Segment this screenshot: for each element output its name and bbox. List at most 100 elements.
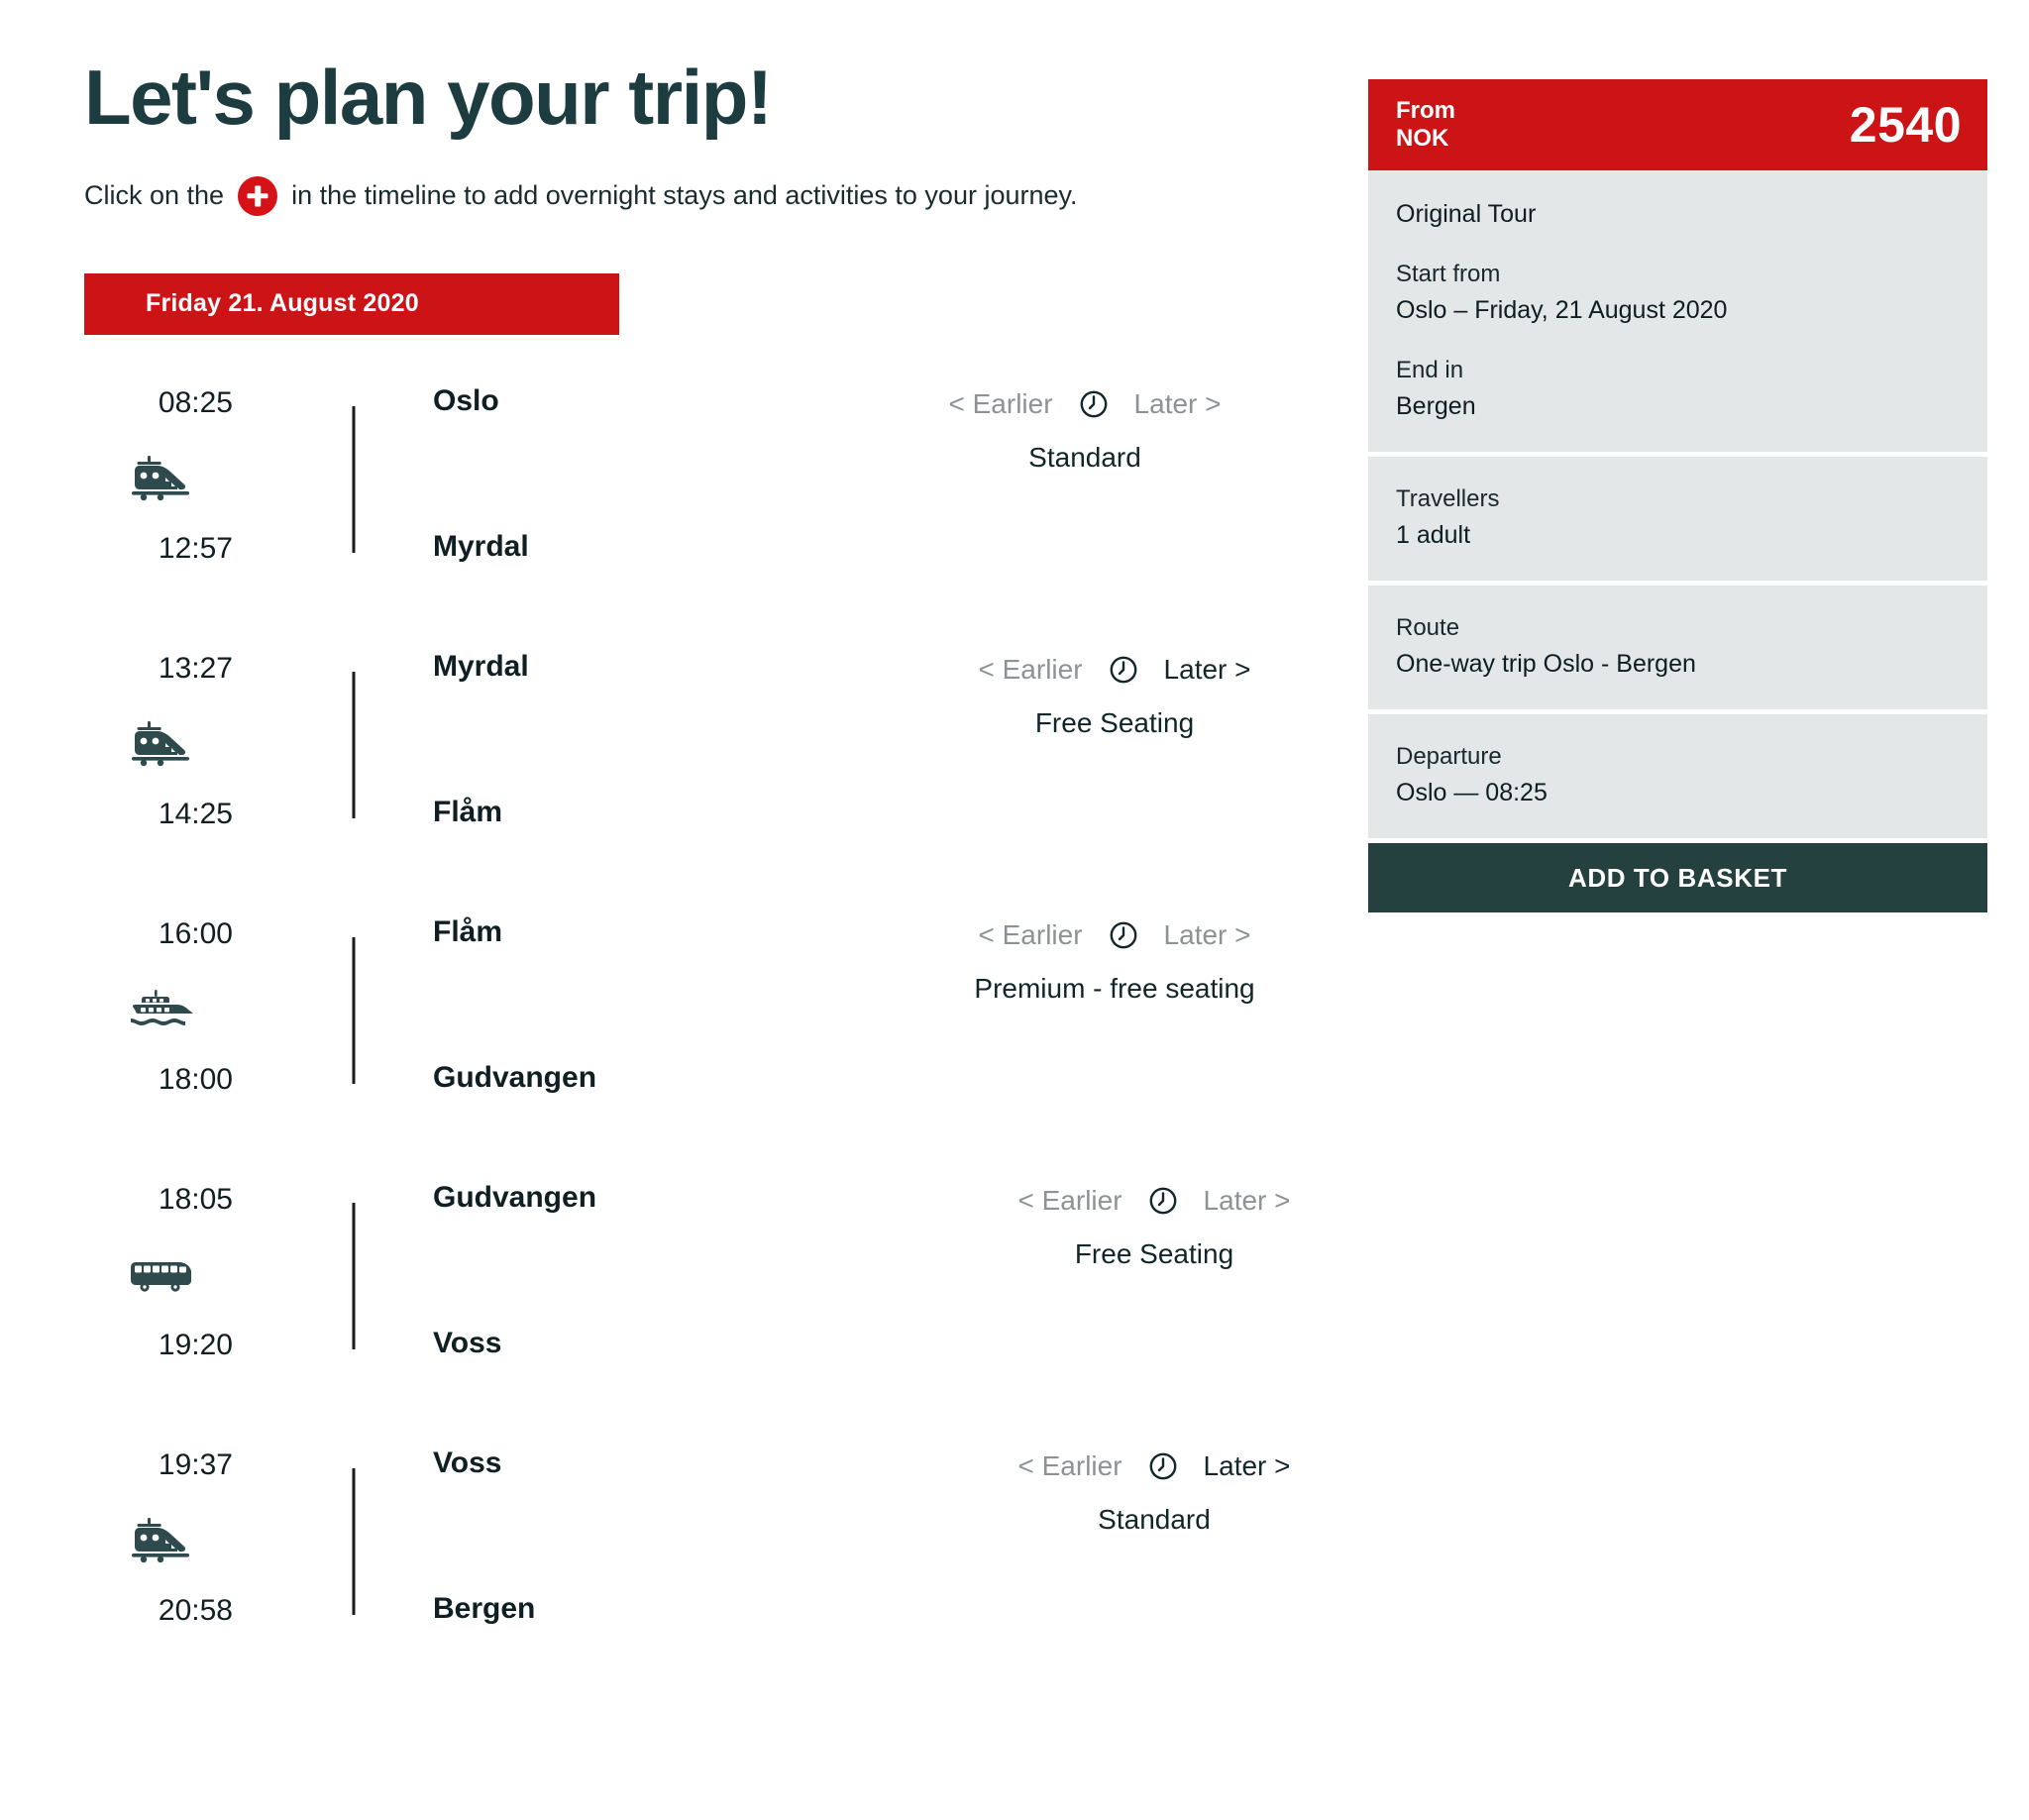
segment-departure-station: Oslo bbox=[433, 383, 499, 417]
segment-arrival-time: 14:25 bbox=[158, 797, 233, 830]
subtitle: Click on the in the timeline to add over… bbox=[84, 175, 1342, 216]
clock-icon[interactable] bbox=[1109, 655, 1138, 685]
segment-class-label: Standard bbox=[1028, 441, 1141, 473]
add-stop-node-arrival[interactable] bbox=[332, 530, 375, 574]
bus-icon bbox=[122, 1246, 201, 1302]
earlier-button[interactable]: < Earlier bbox=[979, 654, 1083, 686]
subtitle-text-before: Click on the bbox=[84, 180, 225, 211]
price-from-label: From NOK bbox=[1396, 97, 1455, 154]
trip-planner-page: Let's plan your trip! Click on the in th… bbox=[0, 0, 2029, 1820]
segment-arrival-time: 20:58 bbox=[158, 1593, 233, 1627]
add-stop-node-departure[interactable] bbox=[332, 915, 375, 959]
segment-time-controls: < Earlier Later > Free Seating bbox=[897, 1185, 1412, 1270]
add-to-basket-button[interactable]: ADD TO BASKET bbox=[1368, 843, 1987, 913]
clock-icon[interactable] bbox=[1148, 1186, 1178, 1216]
add-stop-node-departure[interactable] bbox=[332, 1181, 375, 1225]
price-amount: 2540 bbox=[1849, 97, 1962, 153]
later-button[interactable]: Later > bbox=[1204, 1185, 1291, 1217]
subtitle-text-after: in the timeline to add overnight stays a… bbox=[291, 180, 1078, 211]
clock-icon[interactable] bbox=[1148, 1451, 1178, 1481]
train-icon bbox=[122, 1512, 201, 1567]
segment-arrival-time: 18:00 bbox=[158, 1062, 233, 1096]
departure-label: Departure bbox=[1396, 743, 1502, 771]
departure-value: Oslo — 08:25 bbox=[1396, 779, 1548, 807]
earlier-button[interactable]: < Earlier bbox=[1018, 1185, 1122, 1217]
segment-time-controls: < Earlier Later > Standard bbox=[827, 388, 1342, 474]
left-column: Let's plan your trip! Click on the in th… bbox=[84, 0, 1342, 1734]
segment-departure-time: 16:00 bbox=[158, 916, 233, 950]
journey-timeline: 08:25 12:57 Oslo Myrdal < Earlier Later > Stan… bbox=[84, 384, 1342, 1734]
clock-icon[interactable] bbox=[1109, 920, 1138, 950]
route-value: One-way trip Oslo - Bergen bbox=[1396, 650, 1696, 679]
segment-arrival-station: Myrdal bbox=[433, 529, 529, 563]
earlier-button[interactable]: < Earlier bbox=[949, 388, 1053, 420]
segment-departure-station: Gudvangen bbox=[433, 1180, 597, 1214]
segment-class-label: Free Seating bbox=[1034, 706, 1195, 738]
segment-rail bbox=[332, 650, 375, 838]
timeline-segment: 13:27 14:25 Myrdal Flåm < Earlier Later > Free… bbox=[84, 650, 1342, 937]
end-in-value: Bergen bbox=[1396, 392, 1476, 421]
time-shift-row: < Earlier Later > bbox=[857, 919, 1372, 951]
timeline-segment: 08:25 12:57 Oslo Myrdal < Earlier Later > Stan… bbox=[84, 384, 1342, 672]
segment-class-label: Standard bbox=[1098, 1503, 1211, 1535]
segment-rail bbox=[332, 1181, 375, 1369]
segment-departure-time: 18:05 bbox=[158, 1182, 233, 1216]
add-stop-node-arrival[interactable] bbox=[332, 1327, 375, 1370]
segment-time-controls: < Earlier Later > Standard bbox=[897, 1450, 1412, 1536]
segment-arrival-time: 12:57 bbox=[158, 531, 233, 565]
segment-departure-station: Flåm bbox=[433, 914, 503, 948]
segment-departure-time: 08:25 bbox=[158, 385, 233, 419]
segment-arrival-station: Voss bbox=[433, 1326, 502, 1359]
add-stop-node-arrival[interactable] bbox=[332, 1592, 375, 1636]
price-header: From NOK 2540 bbox=[1368, 79, 1987, 170]
segment-arrival-station: Bergen bbox=[433, 1591, 536, 1625]
add-stop-node-departure[interactable] bbox=[332, 650, 375, 694]
date-banner: Friday 21. August 2020 bbox=[84, 272, 619, 335]
departure-block: Departure Oslo — 08:25 bbox=[1368, 714, 1987, 839]
end-in-label: End in bbox=[1396, 357, 1464, 384]
segment-departure-time: 19:37 bbox=[158, 1447, 233, 1481]
route-block: Route One-way trip Oslo - Bergen bbox=[1368, 586, 1987, 710]
tour-info-block: Original Tour Start from Oslo – Friday, … bbox=[1368, 170, 1987, 453]
route-label: Route bbox=[1396, 614, 1460, 642]
price-from-line1: From bbox=[1396, 96, 1455, 124]
segment-class-label: Free Seating bbox=[1074, 1237, 1234, 1269]
timeline-segment: 18:05 19:20 Gudvangen Voss < Earlier Later > F… bbox=[84, 1181, 1342, 1468]
time-shift-row: < Earlier Later > bbox=[897, 1450, 1412, 1482]
add-stop-node-departure[interactable] bbox=[332, 1446, 375, 1490]
segment-rail bbox=[332, 384, 375, 573]
timeline-segment: 16:00 18:00 Flåm Gudvangen < Earlier Later > P… bbox=[84, 915, 1342, 1203]
timeline-segment: 19:37 20:58 Voss Bergen < Earlier Later > Stan… bbox=[84, 1446, 1342, 1734]
travellers-value: 1 adult bbox=[1396, 521, 1471, 550]
add-stop-node-arrival[interactable] bbox=[332, 796, 375, 839]
train-icon bbox=[122, 715, 201, 771]
time-shift-row: < Earlier Later > bbox=[827, 388, 1342, 420]
train-icon bbox=[122, 450, 201, 505]
segment-rail bbox=[332, 1446, 375, 1635]
later-button[interactable]: Later > bbox=[1164, 654, 1251, 686]
earlier-button[interactable]: < Earlier bbox=[1018, 1450, 1122, 1482]
subtitle-plus-wrapper bbox=[238, 175, 278, 216]
add-to-basket-label: ADD TO BASKET bbox=[1567, 862, 1788, 893]
date-banner-label: Friday 21. August 2020 bbox=[146, 289, 419, 318]
plus-circle-icon[interactable] bbox=[238, 175, 278, 216]
later-button[interactable]: Later > bbox=[1204, 1450, 1291, 1482]
time-shift-row: < Earlier Later > bbox=[897, 1185, 1412, 1217]
later-button[interactable]: Later > bbox=[1134, 388, 1222, 420]
segment-departure-station: Myrdal bbox=[433, 649, 529, 683]
page-title: Let's plan your trip! bbox=[84, 54, 773, 141]
add-stop-node-departure[interactable] bbox=[332, 384, 375, 428]
travellers-label: Travellers bbox=[1396, 485, 1500, 513]
segment-arrival-station: Flåm bbox=[433, 795, 503, 828]
start-from-value: Oslo – Friday, 21 August 2020 bbox=[1396, 296, 1728, 325]
segment-departure-time: 13:27 bbox=[158, 651, 233, 685]
time-shift-row: < Earlier Later > bbox=[857, 654, 1372, 686]
later-button[interactable]: Later > bbox=[1164, 919, 1251, 951]
earlier-button[interactable]: < Earlier bbox=[979, 919, 1083, 951]
ferry-icon bbox=[122, 981, 201, 1036]
trip-summary-sidebar: From NOK 2540 Original Tour Start from O… bbox=[1368, 79, 1987, 913]
clock-icon[interactable] bbox=[1079, 389, 1109, 419]
add-stop-node-arrival[interactable] bbox=[332, 1061, 375, 1105]
